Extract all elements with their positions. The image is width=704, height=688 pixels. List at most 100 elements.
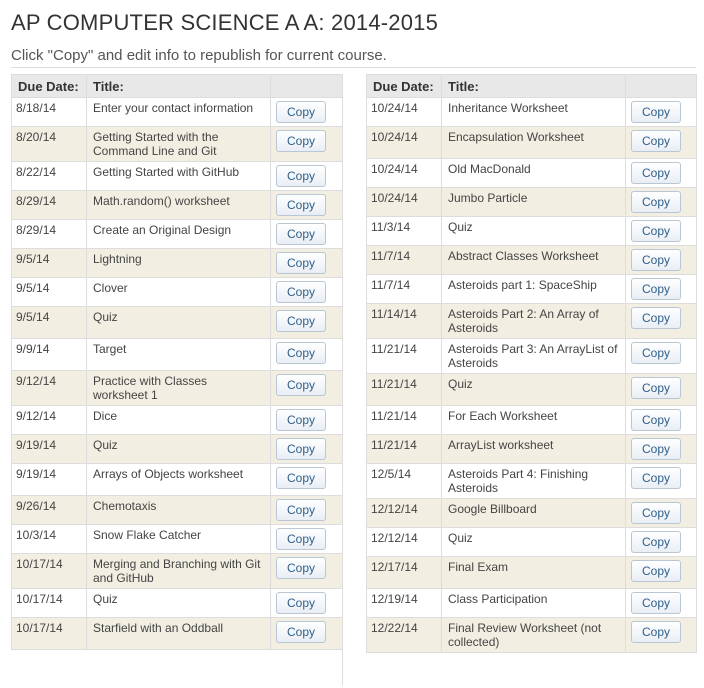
copy-button[interactable]: Copy (631, 220, 681, 242)
due-date-cell: 10/17/14 (11, 588, 87, 618)
assignment-title-cell: Create an Original Design (86, 219, 271, 249)
copy-button[interactable]: Copy (276, 499, 326, 521)
assignment-title-cell: Arrays of Objects worksheet (86, 463, 271, 496)
copy-button[interactable]: Copy (276, 281, 326, 303)
due-date-cell: 11/14/14 (366, 303, 442, 339)
table-row: 10/17/14 Merging and Branching with Git a… (11, 553, 343, 589)
table-row: 8/29/14 Math.random() worksheet Copy (11, 190, 343, 220)
table-row: 11/3/14 Quiz Copy (366, 216, 697, 246)
action-cell: Copy (625, 338, 697, 374)
table-row: 9/26/14 Chemotaxis Copy (11, 495, 343, 525)
copy-button[interactable]: Copy (276, 621, 326, 643)
action-cell: Copy (625, 463, 697, 499)
copy-button[interactable]: Copy (276, 557, 326, 579)
action-cell: Copy (270, 338, 343, 371)
assignment-title-cell: Quiz (441, 216, 626, 246)
action-cell: Copy (625, 588, 697, 618)
copy-button[interactable]: Copy (631, 377, 681, 399)
table-row: 9/19/14 Quiz Copy (11, 434, 343, 464)
table-row: 11/14/14 Asteroids Part 2: An Array of As… (366, 303, 697, 339)
copy-button[interactable]: Copy (631, 560, 681, 582)
due-date-cell: 11/3/14 (366, 216, 442, 246)
table-row: 11/21/14 Quiz Copy (366, 373, 697, 406)
assignment-title-cell: Old MacDonald (441, 158, 626, 188)
copy-button[interactable]: Copy (276, 342, 326, 364)
copy-button[interactable]: Copy (631, 621, 681, 643)
copy-button[interactable]: Copy (631, 162, 681, 184)
copy-button[interactable]: Copy (276, 409, 326, 431)
copy-button[interactable]: Copy (631, 438, 681, 460)
copy-button[interactable]: Copy (631, 307, 681, 329)
due-date-cell: 10/24/14 (366, 126, 442, 159)
due-date-cell: 10/24/14 (366, 187, 442, 217)
copy-button[interactable]: Copy (631, 342, 681, 364)
assignments-table-left-body: 8/18/14 Enter your contact information Cop… (11, 97, 343, 650)
table-row: 12/19/14 Class Participation Copy (366, 588, 697, 618)
table-row: 12/12/14 Quiz Copy (366, 527, 697, 557)
assignment-title-cell: Dice (86, 405, 271, 435)
table-row: 8/22/14 Getting Started with GitHub Copy (11, 161, 343, 191)
action-cell: Copy (270, 219, 343, 249)
action-cell: Copy (625, 498, 697, 528)
copy-button[interactable]: Copy (276, 101, 326, 123)
copy-button[interactable]: Copy (276, 592, 326, 614)
copy-button[interactable]: Copy (276, 438, 326, 460)
copy-button[interactable]: Copy (276, 528, 326, 550)
due-date-cell: 9/19/14 (11, 434, 87, 464)
action-cell: Copy (625, 97, 697, 127)
assignment-title-cell: Quiz (86, 588, 271, 618)
due-date-cell: 12/22/14 (366, 617, 442, 653)
assignments-table-right-body: 10/24/14 Inheritance Worksheet Copy 10/24/1… (366, 97, 697, 653)
column-header-action (270, 74, 343, 98)
table-row: 12/5/14 Asteroids Part 4: Finishing Aster… (366, 463, 697, 499)
copy-button[interactable]: Copy (276, 252, 326, 274)
action-cell: Copy (625, 556, 697, 589)
table-row: 10/3/14 Snow Flake Catcher Copy (11, 524, 343, 554)
copy-button[interactable]: Copy (631, 531, 681, 553)
table-row: 11/7/14 Asteroids part 1: SpaceShip Copy (366, 274, 697, 304)
copy-button[interactable]: Copy (631, 409, 681, 431)
table-row: 8/20/14 Getting Started with the Command … (11, 126, 343, 162)
copy-button[interactable]: Copy (631, 502, 681, 524)
copy-button[interactable]: Copy (276, 467, 326, 489)
copy-button[interactable]: Copy (276, 310, 326, 332)
table-row: 9/5/14 Clover Copy (11, 277, 343, 307)
copy-button[interactable]: Copy (276, 374, 326, 396)
copy-button[interactable]: Copy (276, 130, 326, 152)
table-row: 11/7/14 Abstract Classes Worksheet Copy (366, 245, 697, 275)
action-cell: Copy (625, 126, 697, 159)
assignment-title-cell: Getting Started with the Command Line an… (86, 126, 271, 162)
copy-button[interactable]: Copy (631, 101, 681, 123)
due-date-cell: 11/21/14 (366, 338, 442, 374)
due-date-cell: 9/9/14 (11, 338, 87, 371)
assignment-title-cell: Jumbo Particle (441, 187, 626, 217)
copy-button[interactable]: Copy (631, 191, 681, 213)
copy-button[interactable]: Copy (276, 223, 326, 245)
copy-button[interactable]: Copy (631, 278, 681, 300)
copy-button[interactable]: Copy (631, 249, 681, 271)
due-date-cell: 8/29/14 (11, 190, 87, 220)
copy-button[interactable]: Copy (276, 194, 326, 216)
assignment-title-cell: Asteroids part 1: SpaceShip (441, 274, 626, 304)
column-header-due-date: Due Date: (366, 74, 442, 98)
due-date-cell: 9/5/14 (11, 277, 87, 307)
assignment-title-cell: Final Exam (441, 556, 626, 589)
copy-button[interactable]: Copy (276, 165, 326, 187)
copy-button[interactable]: Copy (631, 467, 681, 489)
column-gap (342, 74, 367, 686)
table-row: 9/9/14 Target Copy (11, 338, 343, 371)
assignment-title-cell: Quiz (441, 527, 626, 557)
table-row: 12/22/14 Final Review Worksheet (not coll… (366, 617, 697, 653)
action-cell: Copy (270, 588, 343, 618)
action-cell: Copy (625, 527, 697, 557)
copy-button[interactable]: Copy (631, 592, 681, 614)
assignment-title-cell: Asteroids Part 2: An Array of Asteroids (441, 303, 626, 339)
action-cell: Copy (270, 463, 343, 496)
copy-button[interactable]: Copy (631, 130, 681, 152)
table-row: 9/19/14 Arrays of Objects worksheet Copy (11, 463, 343, 496)
action-cell: Copy (270, 277, 343, 307)
action-cell: Copy (625, 158, 697, 188)
assignment-title-cell: Asteroids Part 4: Finishing Asteroids (441, 463, 626, 499)
due-date-cell: 9/26/14 (11, 495, 87, 525)
due-date-cell: 10/17/14 (11, 617, 87, 650)
